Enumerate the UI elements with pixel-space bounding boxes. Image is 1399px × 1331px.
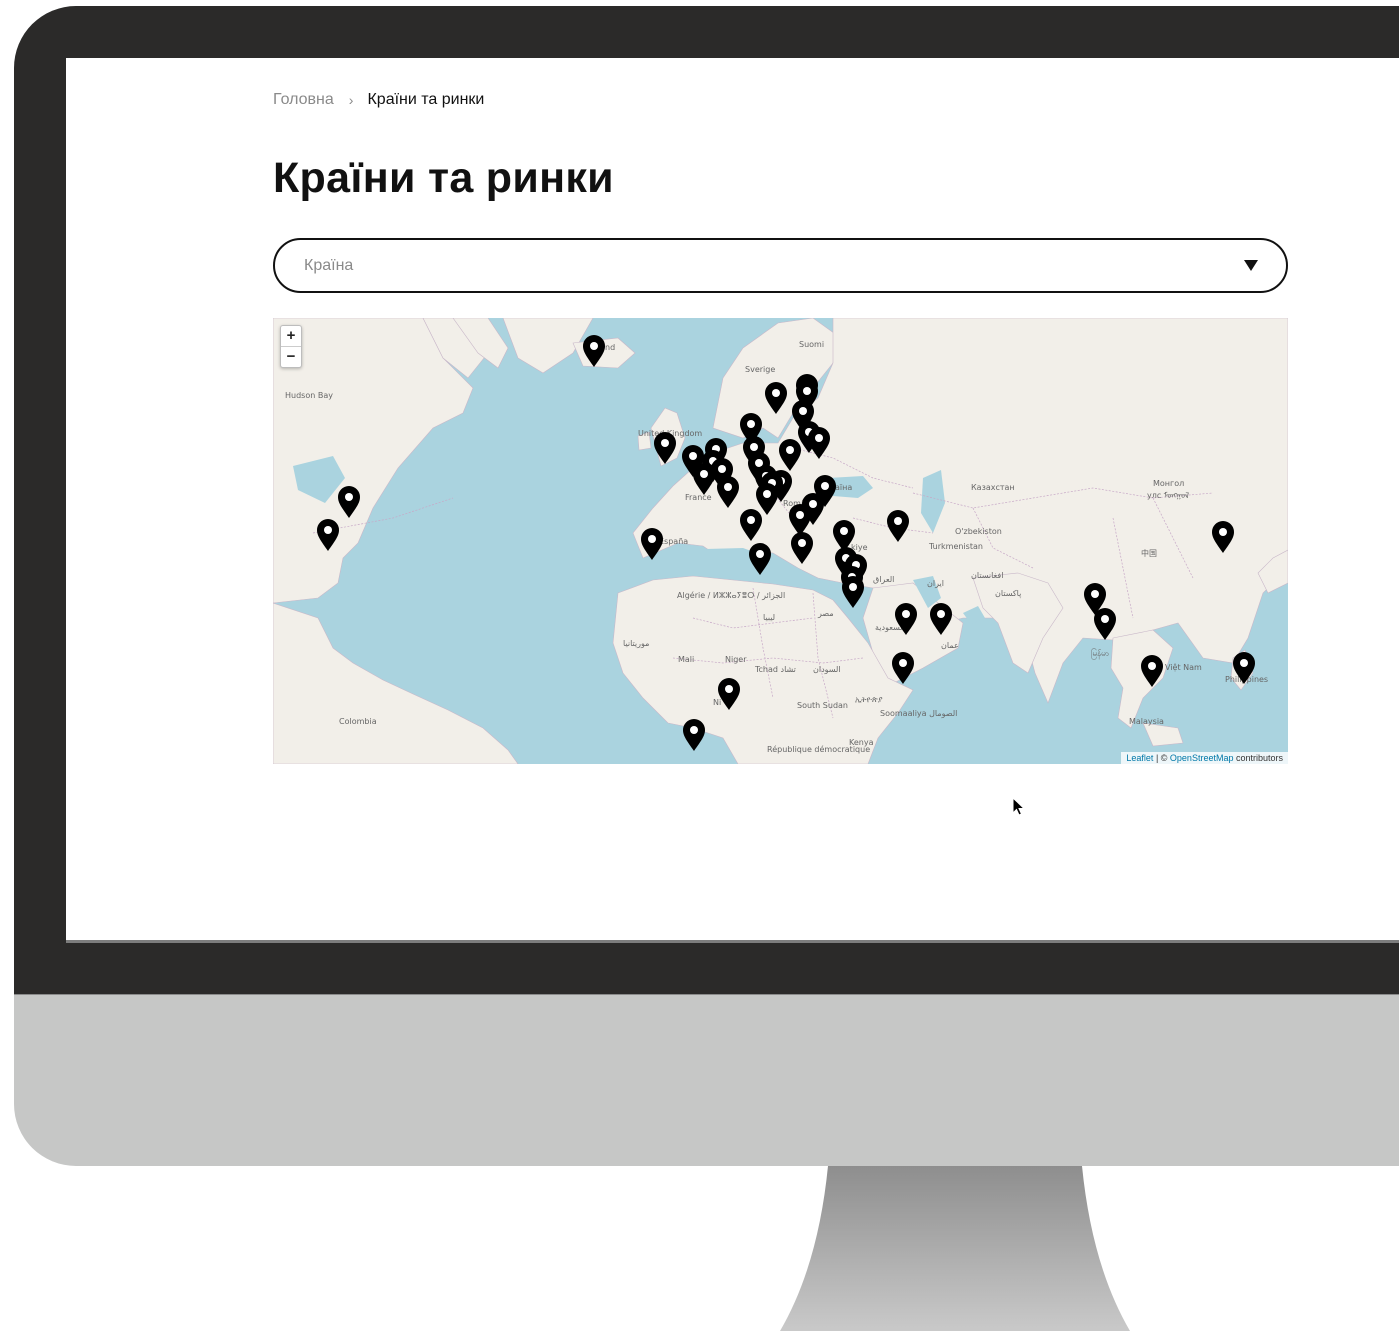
map-label: Soomaaliya الصومال [880, 709, 957, 718]
map-label: افغانستان [971, 571, 1003, 580]
country-select-placeholder: Країна [304, 256, 354, 274]
breadcrumb-current: Країни та ринки [367, 91, 485, 108]
map-attribution: Leaflet | © OpenStreetMap contributors [1121, 752, 1288, 764]
map-tiles: Suomi Sverige United Kingdom France Espa… [273, 318, 1288, 764]
countries-map[interactable]: Suomi Sverige United Kingdom France Espa… [273, 318, 1288, 764]
map-label: ایران [927, 579, 944, 588]
map-label: Hudson Bay [285, 391, 333, 400]
zoom-out-button[interactable]: − [281, 347, 301, 367]
attribution-separator: | © [1153, 753, 1170, 763]
map-label: Niger [725, 655, 747, 664]
monitor-stand [780, 1166, 1130, 1331]
map-label: مصر [817, 609, 834, 618]
map-label: Suomi [799, 340, 824, 349]
map-label: Mali [678, 655, 694, 664]
map-label: улс ᠮᠣᠩᠭᠣᠯ [1147, 490, 1189, 500]
map-label: France [685, 493, 712, 502]
map-pin-icon[interactable] [683, 719, 705, 751]
map-label: Malaysia [1129, 717, 1164, 726]
map-label: аїна [835, 483, 852, 492]
map-label: España [659, 537, 688, 546]
country-select[interactable]: Країна [273, 238, 1288, 293]
map-label: Turkmenistan [928, 542, 983, 551]
map-label: Algérie / ⵍⵣⵣⴰⵢⴻⵔ / الجزائر [677, 590, 785, 600]
map-label: nd [605, 343, 615, 352]
map-label: Tchad تشاد [754, 665, 796, 674]
mouse-pointer-icon [1012, 797, 1026, 816]
map-label: ኢትዮጵያ [855, 695, 883, 704]
triangle-down-icon[interactable] [1244, 260, 1258, 271]
monitor-chin [14, 994, 1399, 1166]
map-label: العراق [873, 575, 894, 584]
breadcrumb-home-link[interactable]: Головна [273, 91, 334, 109]
map-label: موريتانيا [623, 639, 649, 648]
map-label: Sverige [745, 365, 775, 374]
breadcrumb-separator-icon: › [348, 92, 354, 108]
map-label: South Sudan [797, 701, 848, 710]
map-label: 中国 [1141, 548, 1157, 558]
map-label: Việt Nam [1165, 662, 1202, 672]
map-label: ليبيا [763, 613, 775, 622]
map-label: Казахстан [971, 483, 1015, 492]
map-label: Монгол [1153, 479, 1184, 488]
browser-viewport: Головна › Країни та ринки Країни та ринк… [66, 58, 1399, 943]
map-label: République démocratique [767, 744, 870, 754]
map-pin-icon[interactable] [842, 576, 864, 608]
leaflet-link[interactable]: Leaflet [1126, 753, 1153, 763]
map-label: عمان [941, 641, 959, 650]
map-zoom-control: + − [280, 325, 302, 368]
map-label: پاکستان [995, 589, 1021, 598]
map-label: Ni [713, 698, 721, 707]
map-label: Colombia [339, 717, 377, 726]
zoom-in-button[interactable]: + [281, 326, 301, 347]
map-label: O'zbekiston [955, 527, 1002, 536]
map-label: မြန်မာ [1091, 648, 1109, 660]
attribution-suffix: contributors [1233, 753, 1283, 763]
openstreetmap-link[interactable]: OpenStreetMap [1170, 753, 1234, 763]
breadcrumb: Головна › Країни та ринки [273, 91, 484, 109]
page-title: Країни та ринки [273, 154, 614, 202]
map-label: السودان [813, 665, 841, 674]
